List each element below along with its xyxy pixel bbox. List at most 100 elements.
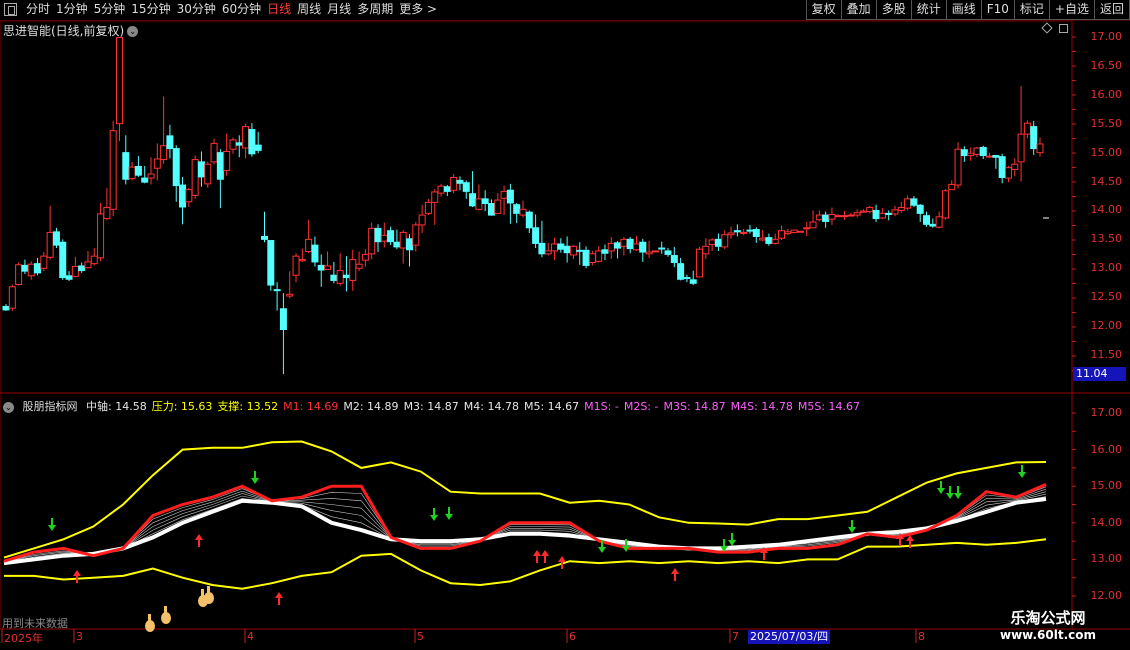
price-label: 11.50 (1090, 347, 1123, 361)
indicator-value: M1: 14.69 (283, 400, 338, 413)
candle (267, 240, 275, 291)
indicator-value-number: 13.52 (243, 400, 279, 413)
candle (368, 222, 376, 260)
down-arrow-icon (251, 471, 259, 484)
up-arrow-icon (195, 534, 203, 547)
indicator-series (3, 440, 1047, 632)
candle (204, 161, 212, 188)
candle (494, 193, 502, 214)
indicator-value-number: 14.89 (363, 400, 399, 413)
candle (487, 199, 495, 216)
candle (8, 284, 16, 312)
candle (71, 256, 79, 278)
candle (1030, 120, 1038, 155)
candle (34, 257, 42, 276)
title-menu-icon[interactable]: ⌄ (127, 26, 139, 37)
down-arrow-icon (430, 508, 438, 521)
candle (248, 123, 256, 157)
candle (601, 244, 609, 261)
candle (27, 261, 35, 280)
pressure-line (3, 440, 1047, 559)
candle (935, 211, 943, 229)
candle (841, 211, 849, 220)
main-chart-title: 思进智能(日线,前复权) ⌄ (3, 22, 139, 39)
kline-chart[interactable] (0, 0, 1130, 650)
date-label: 5 (417, 630, 424, 643)
candle (52, 227, 60, 249)
date-label: 2025年 (4, 632, 43, 645)
candle (809, 210, 817, 229)
indicator-value-label: M1: (283, 400, 304, 413)
indicator-value: M5: 14.67 (524, 400, 579, 413)
candle (967, 147, 975, 161)
price-label: 14.50 (1090, 174, 1123, 188)
candle (15, 262, 23, 286)
candle (538, 220, 546, 258)
down-arrow-icon (728, 533, 736, 546)
midline (3, 497, 1047, 566)
down-arrow-icon (445, 507, 453, 520)
down-arrow-icon (937, 481, 945, 494)
candle (878, 208, 886, 220)
price-axis-ticks (1072, 36, 1076, 597)
price-label: 16.50 (1090, 58, 1123, 72)
candle (141, 165, 149, 184)
candle (979, 145, 987, 159)
candle (216, 149, 224, 209)
candle (134, 156, 142, 177)
candle (254, 131, 262, 154)
future-data-note: 用到未来数据 (2, 617, 68, 630)
indicator-value-label: M1S: (584, 400, 612, 413)
candle (645, 241, 653, 258)
candle (374, 224, 382, 253)
window-square-icon[interactable] (1059, 24, 1068, 33)
candle (242, 123, 250, 159)
date-label: 4 (247, 630, 254, 643)
candle (279, 293, 287, 375)
candle (197, 151, 205, 187)
indicator-value-label: 中轴: (86, 400, 112, 413)
candle (191, 155, 199, 199)
indicator-value-number: 14.78 (757, 400, 793, 413)
indicator-price-label: 14.00 (1090, 515, 1123, 529)
candle (59, 239, 67, 280)
candle (803, 222, 811, 236)
candle (336, 253, 344, 286)
candle (172, 145, 180, 202)
candle (84, 250, 92, 269)
candle (532, 214, 540, 249)
candle (469, 171, 477, 207)
candle (664, 248, 672, 257)
candle (450, 174, 458, 194)
candle (866, 205, 874, 214)
indicator-value: M4: 14.78 (464, 400, 519, 413)
hand-icon (204, 586, 214, 604)
candle (128, 161, 136, 181)
candle (235, 135, 243, 158)
candle (317, 254, 325, 287)
candle (406, 234, 414, 267)
up-arrow-icon (73, 570, 81, 583)
candle (393, 229, 401, 250)
candle (166, 124, 174, 159)
candle (1017, 86, 1025, 182)
date-label: 8 (918, 630, 925, 643)
candle (847, 212, 855, 217)
indicator-value-number: 14.87 (690, 400, 726, 413)
indicator-value-label: 压力: (151, 400, 178, 413)
indicator-value: 压力: 15.63 (152, 400, 213, 413)
indicator-price-label: 17.00 (1090, 406, 1123, 419)
candle (122, 135, 130, 185)
candle (582, 246, 590, 269)
candle (160, 96, 168, 164)
indicator-value: M2S: - (624, 400, 659, 413)
candle (696, 246, 704, 278)
date-label: 3 (76, 630, 83, 643)
indicator-menu-icon[interactable]: ⌄ (3, 401, 14, 413)
candle (412, 222, 420, 252)
candle (481, 190, 489, 212)
indicator-value-label: M2: (343, 400, 364, 413)
candle (853, 209, 861, 218)
candle (387, 226, 395, 246)
candle (569, 245, 577, 260)
